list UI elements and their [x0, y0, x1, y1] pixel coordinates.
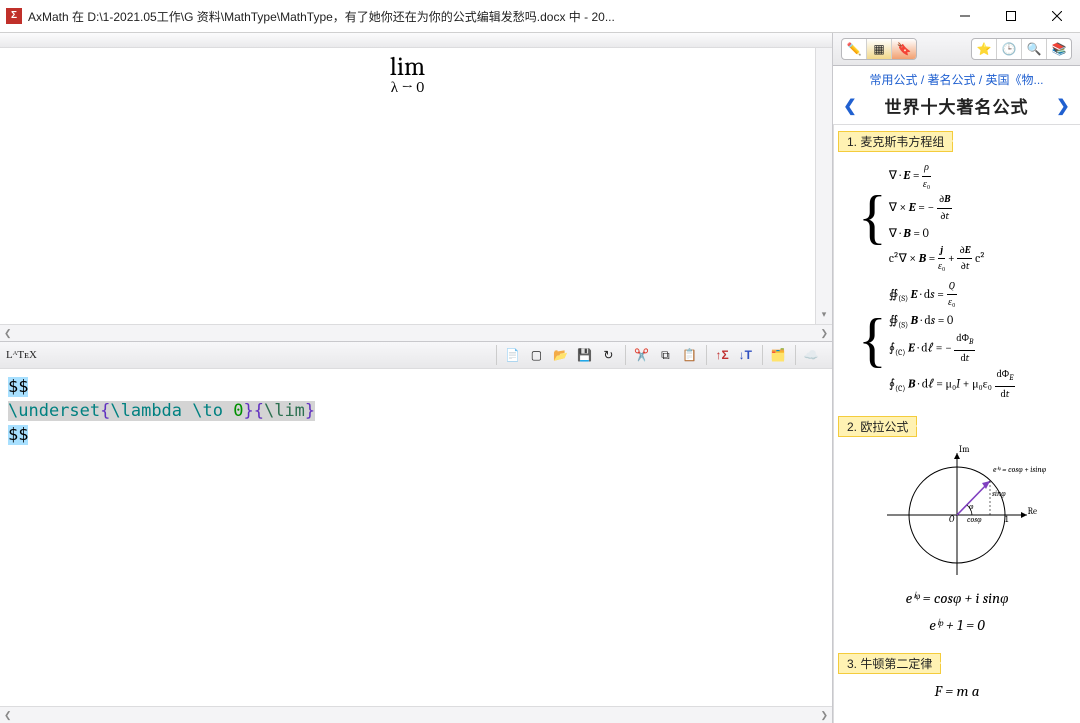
nav-prev-button[interactable]: ❮ — [841, 96, 859, 116]
minimize-button[interactable] — [942, 0, 988, 32]
app-icon: Σ — [6, 8, 22, 24]
copy-button[interactable]: ⧉ — [654, 344, 676, 366]
text-down-button[interactable]: ↓T — [735, 344, 756, 366]
section-euler: 2. 欧拉公式 — [838, 416, 1076, 647]
section-title: 3. 牛顿第二定律 — [838, 653, 941, 674]
save-button[interactable]: 💾 — [573, 344, 595, 366]
sidebar-breadcrumb[interactable]: 常用公式 / 著名公式 / 英国《物... — [833, 66, 1080, 93]
paste-button[interactable]: 📋 — [678, 344, 700, 366]
axis-im-label: Im — [959, 445, 969, 455]
nav-next-button[interactable]: ❯ — [1054, 96, 1072, 116]
euler-equation-2: eⁱᵖ + 1 = 0 — [842, 612, 1072, 639]
latex-label: LᴬTᴇX — [6, 349, 37, 361]
titlebar: Σ AxMath 在 D:\1-2021.05工作\G 资料\MathType\… — [0, 0, 1080, 33]
section-title: 1. 麦克斯韦方程组 — [838, 131, 953, 152]
code-brace: } — [243, 401, 253, 421]
editor-horizontal-scrollbar[interactable]: ❮ ❯ — [0, 706, 832, 723]
code-lim: \lim — [264, 401, 305, 421]
tab-grid-icon[interactable]: ▦ — [867, 39, 892, 59]
scroll-left-icon: ❮ — [4, 328, 12, 339]
open-button[interactable]: 📂 — [549, 344, 571, 366]
formula-list[interactable]: 1. 麦克斯韦方程组 { ∇ · E = ρε₀ ∇ × E = − ∂B∂t … — [833, 124, 1080, 723]
scroll-right-icon: ❯ — [820, 328, 828, 339]
code-dollars-close: $$ — [8, 425, 28, 445]
tab-books-icon[interactable]: 📚 — [1047, 39, 1071, 59]
latex-toolbar: LᴬTᴇX 📄 ▢ 📂 💾 ↻ ✂️ ⧉ 📋 ↑Σ ↓T 🗂️ ☁️ — [0, 342, 832, 369]
code-brace: { — [100, 401, 110, 421]
sinphi-label: sinφ — [992, 489, 1006, 498]
cloud-button[interactable]: ☁️ — [800, 344, 822, 366]
tab-search-icon[interactable]: 🔍 — [1022, 39, 1047, 59]
origin-label: O — [949, 515, 954, 525]
window-title: AxMath 在 D:\1-2021.05工作\G 资料\MathType\Ma… — [28, 8, 942, 25]
refresh-button[interactable]: ↻ — [597, 344, 619, 366]
cosphi-label: cosφ — [967, 515, 982, 524]
eiphi-label: eⁱᵠ = cosφ + isinφ — [993, 465, 1046, 474]
sidebar-nav: ❮ 世界十大著名公式 ❯ — [833, 93, 1080, 124]
code-dollars-open: $$ — [8, 377, 28, 397]
sidebar-heading: 世界十大著名公式 — [885, 93, 1029, 118]
sidebar: ✏️ ▦ 🔖 ⭐ 🕒 🔍 📚 常用公式 / 著名公式 / 英国《物... ❮ 世… — [833, 33, 1080, 723]
tab-pencil-icon[interactable]: ✏️ — [842, 39, 867, 59]
sigma-up-button[interactable]: ↑Σ — [711, 344, 732, 366]
sidebar-tabs: ✏️ ▦ 🔖 ⭐ 🕒 🔍 📚 — [833, 33, 1080, 66]
scroll-right-icon: ❯ — [820, 710, 828, 721]
tab-bookmark-icon[interactable]: 🔖 — [892, 39, 916, 59]
preview-horizontal-scrollbar[interactable]: ❮ ❯ — [0, 324, 832, 341]
tab-star-icon[interactable]: ⭐ — [972, 39, 997, 59]
close-button[interactable] — [1034, 0, 1080, 32]
maximize-button[interactable] — [988, 0, 1034, 32]
new-doc-button[interactable]: 📄 — [501, 344, 523, 366]
formula-preview-pane: lim λ → 0 ▾ ❮ ❯ — [0, 33, 832, 342]
scroll-down-icon: ▾ — [822, 309, 827, 320]
code-to: \to — [192, 401, 233, 421]
code-underset: \underset — [8, 401, 100, 421]
one-label: 1 — [1005, 515, 1008, 525]
preview-vertical-scrollbar[interactable]: ▾ — [815, 48, 832, 324]
latex-editor[interactable]: $$ \underset{\lambda \to 0}{\lim} $$ — [0, 369, 832, 706]
axis-re-label: Re — [1028, 507, 1037, 517]
maxwell-equations[interactable]: { ∇ · E = ρε₀ ∇ × E = − ∂B∂t ∇ · B = 0 c… — [838, 152, 1076, 410]
code-zero: 0 — [233, 401, 243, 421]
section-newton: 3. 牛顿第二定律 F = m a — [838, 653, 1076, 708]
tab-clock-icon[interactable]: 🕒 — [997, 39, 1022, 59]
scroll-left-icon: ❮ — [4, 710, 12, 721]
cut-button[interactable]: ✂️ — [630, 344, 652, 366]
euler-equation-1: eⁱᵠ = cosφ + i sinφ — [842, 585, 1072, 612]
formula-subscript: λ → 0 — [390, 78, 425, 97]
section-maxwell: 1. 麦克斯韦方程组 { ∇ · E = ρε₀ ∇ × E = − ∂B∂t … — [838, 131, 1076, 410]
code-lambda: \lambda — [110, 401, 192, 421]
blank-doc-button[interactable]: ▢ — [525, 344, 547, 366]
euler-diagram[interactable]: Im Re eⁱᵠ = cosφ + isinφ sinφ cosφ O 1 φ… — [838, 437, 1076, 647]
preview-header — [0, 33, 832, 48]
formula-canvas[interactable]: lim λ → 0 — [0, 48, 815, 324]
code-brace: } — [305, 401, 315, 421]
newton-equation[interactable]: F = m a — [838, 674, 1076, 708]
code-brace: { — [254, 401, 264, 421]
section-title: 2. 欧拉公式 — [838, 416, 917, 437]
formula-limit: lim — [390, 54, 425, 80]
library-button[interactable]: 🗂️ — [767, 344, 789, 366]
